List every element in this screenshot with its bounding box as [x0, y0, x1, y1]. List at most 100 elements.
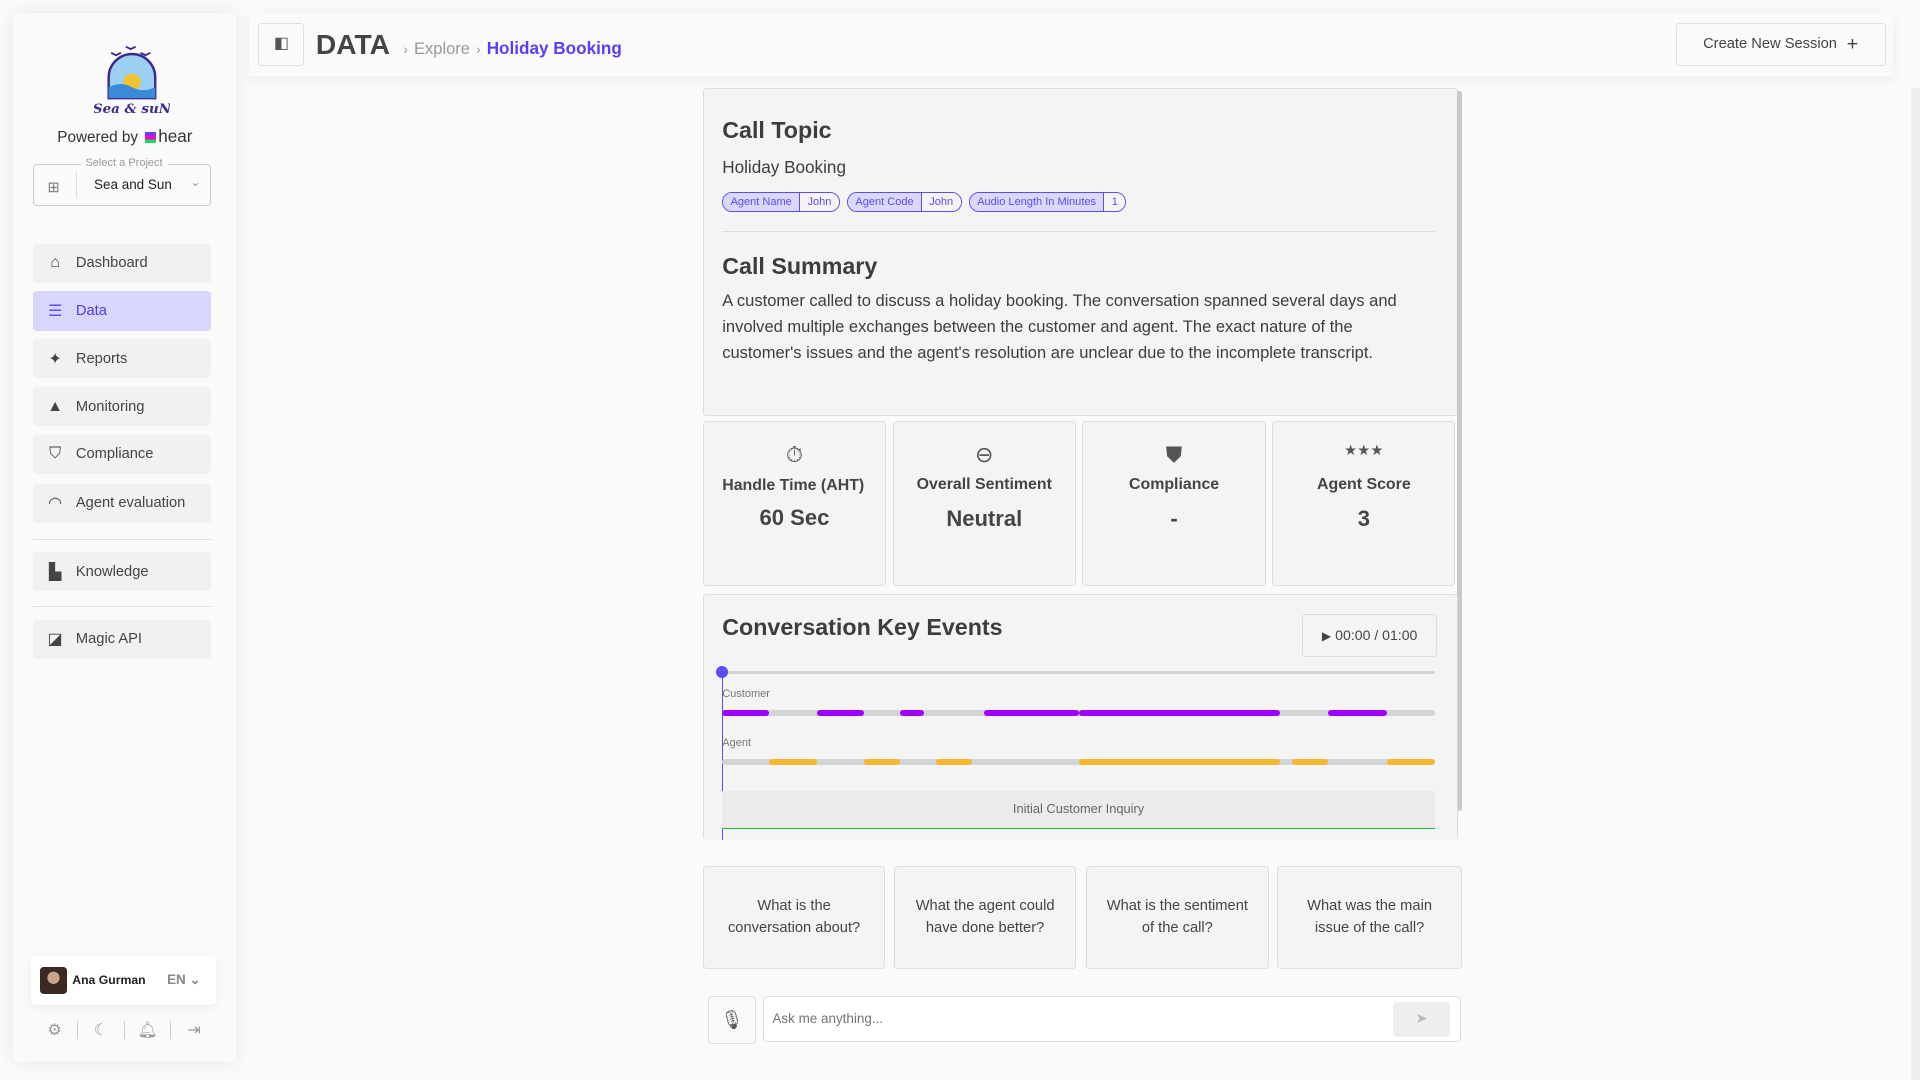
- language-value: EN: [167, 972, 186, 987]
- play-icon: ▶: [1322, 629, 1331, 643]
- agent-speech-segment[interactable]: [1079, 759, 1281, 765]
- sidebar-item-label: Compliance: [76, 446, 154, 462]
- sidebar: Sea & suN Powered by hear Select a Proje…: [13, 13, 236, 1061]
- sidebar-item-magic-api[interactable]: ◪ Magic API: [33, 620, 211, 659]
- project-select-value: Sea and Sun: [94, 177, 172, 192]
- metric-label: Handle Time (AHT): [704, 474, 885, 498]
- agent-speech-track: [722, 759, 1435, 765]
- project-select-label: Select a Project: [81, 157, 168, 169]
- sidebar-item-label: Monitoring: [76, 399, 145, 415]
- sidebar-item-data[interactable]: ☰ Data: [33, 291, 211, 330]
- customer-speech-segment[interactable]: [722, 710, 768, 716]
- agent-speech-segment[interactable]: [1387, 759, 1435, 765]
- sidebar-item-compliance[interactable]: ⛉ Compliance: [33, 435, 211, 474]
- metric-overall-sentiment: ⊖Overall SentimentNeutral: [893, 421, 1076, 586]
- event-initial-customer-inquiry[interactable]: Initial Customer Inquiry: [722, 791, 1435, 829]
- suggested-question[interactable]: What is the conversation about?: [703, 866, 885, 969]
- tag-agent-name: Agent NameJohn: [722, 192, 840, 212]
- grid-icon: ⊞: [48, 179, 60, 196]
- agent-speech-segment[interactable]: [1292, 759, 1328, 765]
- tag-agent-code: Agent CodeJohn: [847, 192, 961, 212]
- microphone-button[interactable]: 🎙︎: [708, 996, 757, 1045]
- collapse-sidebar-button[interactable]: ◧: [258, 23, 304, 65]
- sidebar-item-dashboard[interactable]: ⌂Dashboard: [33, 244, 211, 283]
- powered-by: Powered by hear: [13, 126, 236, 147]
- metric-label: Agent Score: [1273, 476, 1454, 494]
- tag-key: Audio Length In Minutes: [970, 193, 1105, 211]
- agent-speech-segment[interactable]: [936, 759, 972, 765]
- customer-speech-segment[interactable]: [900, 710, 924, 716]
- sea-and-sun-logo: Sea & suN: [94, 43, 170, 116]
- avatar: [40, 967, 67, 994]
- bell-icon[interactable]: 🔔︎: [125, 1020, 170, 1040]
- page-title: DATA: [316, 29, 390, 60]
- breadcrumb-explore[interactable]: Explore: [414, 39, 470, 58]
- question-text: What the agent could have done better?: [912, 895, 1058, 939]
- sidebar-item-label: Dashboard: [76, 255, 148, 271]
- audio-play-button[interactable]: ▶ 00:00 / 01:00: [1302, 614, 1437, 656]
- create-new-session-button[interactable]: Create New Session +: [1676, 23, 1886, 65]
- logout-icon[interactable]: ⇥: [171, 1020, 216, 1040]
- question-text: What was the main issue of the call?: [1295, 895, 1444, 939]
- tag-audio-length: Audio Length In Minutes1: [969, 192, 1126, 212]
- call-topic: Holiday Booking: [722, 157, 846, 178]
- user-card[interactable]: Ana Gurman EN ⌄: [31, 956, 216, 1005]
- shield-icon: ⛉: [45, 445, 65, 463]
- tag-value: John: [800, 193, 839, 211]
- key-events-heading: Conversation Key Events: [722, 614, 1002, 641]
- divider: [33, 606, 211, 607]
- suggested-question[interactable]: What is the sentiment of the call?: [1086, 866, 1268, 969]
- ask-input[interactable]: [763, 996, 1461, 1043]
- breadcrumb-current: Holiday Booking: [487, 38, 622, 58]
- send-button[interactable]: ➤: [1393, 1002, 1449, 1038]
- divider: [76, 172, 77, 198]
- metric-compliance: ⛊Compliance-: [1082, 421, 1265, 586]
- plus-icon: +: [1847, 33, 1858, 56]
- database-icon: ☰: [45, 301, 65, 321]
- api-icon: ◪: [45, 629, 65, 649]
- hear-brand: hear: [158, 126, 192, 146]
- breadcrumb-separator: ›: [403, 42, 407, 57]
- gear-icon[interactable]: ⚙: [32, 1020, 77, 1040]
- sidebar-item-reports[interactable]: ✦Reports: [33, 339, 211, 378]
- metric-value: -: [1083, 506, 1264, 532]
- breadcrumb: DATA›Explore›Holiday Booking: [316, 29, 622, 61]
- tag-key: Agent Name: [723, 193, 800, 211]
- customer-speech-segment[interactable]: [817, 710, 863, 716]
- call-info-card: Call Topic Holiday Booking Agent NameJoh…: [703, 88, 1458, 416]
- sidebar-item-label: Data: [76, 303, 107, 319]
- call-tags: Agent NameJohn Agent CodeJohn Audio Leng…: [722, 192, 1126, 212]
- stopwatch-icon: ⏱: [704, 442, 885, 469]
- sidebar-item-knowledge[interactable]: ▙Knowledge: [33, 552, 211, 591]
- suggested-question[interactable]: What the agent could have done better?: [894, 866, 1076, 969]
- top-bar: ◧ DATA›Explore›Holiday Booking Create Ne…: [249, 13, 1894, 75]
- tag-value: John: [922, 193, 961, 211]
- event-label: Initial Customer Inquiry: [1013, 801, 1144, 816]
- sidebar-item-monitoring[interactable]: ▲Monitoring: [33, 387, 211, 426]
- agent-speech-segment[interactable]: [769, 759, 818, 765]
- metric-value: Neutral: [894, 506, 1075, 532]
- call-summary-heading: Call Summary: [722, 253, 877, 280]
- suggested-question[interactable]: What was the main issue of the call?: [1277, 866, 1462, 969]
- page-scrollbar[interactable]: [1911, 88, 1920, 1080]
- audio-time: 00:00 / 01:00: [1335, 627, 1417, 643]
- audio-scrubber[interactable]: [722, 671, 1435, 675]
- language-select[interactable]: EN ⌄: [167, 972, 201, 988]
- project-select[interactable]: Select a Project ⊞ Sea and Sun ⌄: [33, 164, 211, 206]
- create-new-session-label: Create New Session: [1703, 36, 1837, 52]
- customer-speech-track: [722, 710, 1435, 716]
- customer-speech-segment[interactable]: [1079, 710, 1281, 716]
- agent-speech-segment[interactable]: [864, 759, 901, 765]
- sidebar-item-label: Magic API: [76, 631, 142, 647]
- divider: [33, 539, 211, 540]
- moon-icon[interactable]: ☾: [78, 1020, 123, 1040]
- scrubber-handle[interactable]: [716, 666, 728, 678]
- customer-speech-segment[interactable]: [984, 710, 1079, 716]
- metric-label: Compliance: [1083, 476, 1264, 494]
- chevron-down-icon: ⌄: [190, 175, 200, 189]
- customer-speech-segment[interactable]: [1328, 710, 1387, 716]
- question-text: What is the conversation about?: [721, 895, 867, 939]
- metric-handle-time: ⏱Handle Time (AHT)60 Sec: [703, 421, 886, 586]
- sidebar-item-agent-evaluation[interactable]: ◠Agent evaluation: [33, 484, 211, 523]
- book-icon: ▙: [45, 562, 65, 582]
